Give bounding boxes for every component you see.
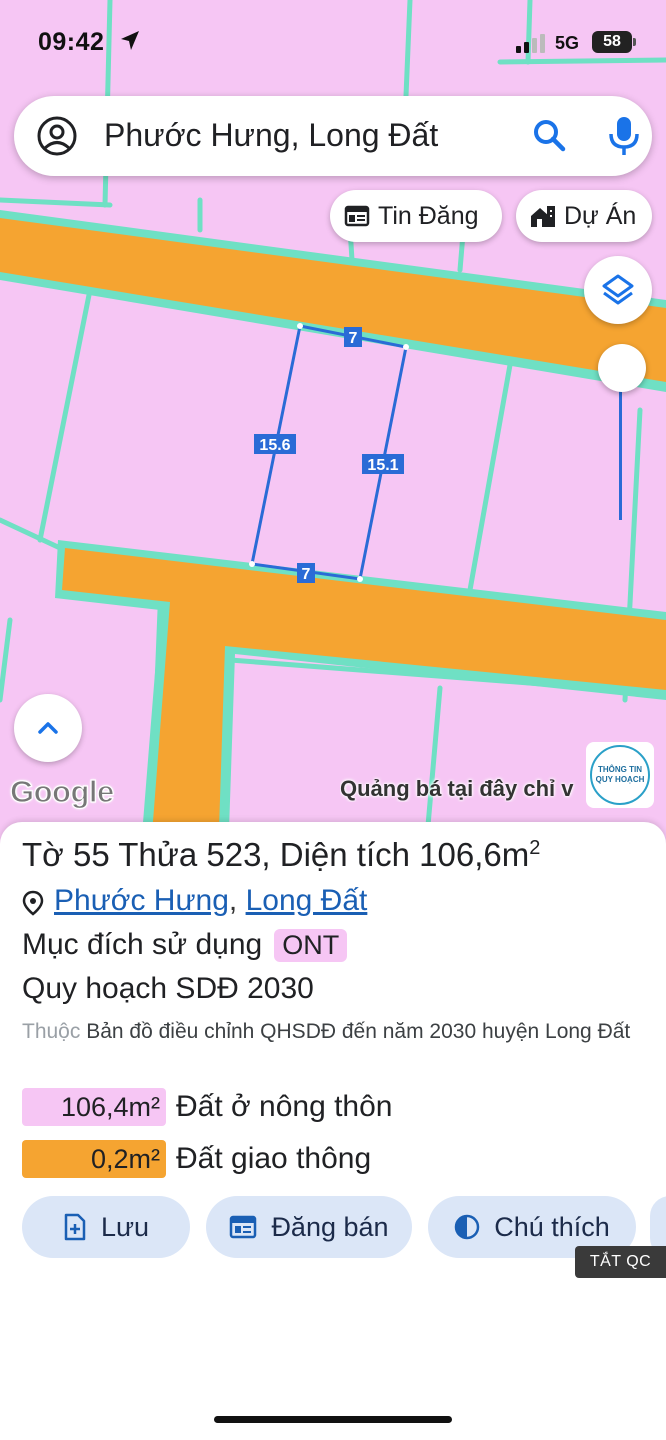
purpose-label: Mục đích sử dụng <box>22 928 263 961</box>
edge-label-left: 15.6 <box>259 437 290 454</box>
mic-icon[interactable] <box>604 114 644 158</box>
parcel-area: 106,6m2 <box>419 836 540 873</box>
status-time: 09:42 <box>38 28 105 56</box>
listings-chip[interactable]: Tin Đăng <box>330 190 502 242</box>
post-sale-button-label: Đăng bán <box>271 1211 389 1242</box>
cellular-signal-icon <box>516 34 545 53</box>
projects-chip-label: Dự Án <box>564 201 637 230</box>
location-arrow-icon <box>121 31 139 50</box>
listing-form-icon <box>230 1215 257 1239</box>
chevron-up-icon <box>38 722 58 734</box>
expand-sheet-button[interactable] <box>14 694 82 762</box>
plan-source: Thuộc Bản đồ điều chỉnh QHSDĐ đến năm 20… <box>22 1016 632 1047</box>
status-bar: 09:42 5G 58 <box>0 0 666 86</box>
opacity-slider-handle[interactable] <box>598 344 646 392</box>
edge-label-right: 15.1 <box>367 457 398 474</box>
edge-label-top: 7 <box>349 330 358 347</box>
save-button[interactable]: Lưu <box>22 1196 190 1258</box>
layers-icon <box>602 274 634 305</box>
post-sale-button[interactable]: Đăng bán <box>206 1196 412 1258</box>
account-icon[interactable] <box>36 115 78 157</box>
purpose-code-badge: ONT <box>274 928 348 962</box>
parcel-location: Phước Hưng, Long Đất <box>22 884 367 918</box>
home-indicator[interactable] <box>214 1416 452 1423</box>
plan-source-text: Bản đồ điều chỉnh QHSDĐ đến năm 2030 huy… <box>86 1020 631 1043</box>
buildings-icon <box>531 206 555 227</box>
badge-line-2: QUY HOẠCH <box>595 775 645 784</box>
search-input[interactable]: Phước Hưng, Long Đất <box>104 117 438 154</box>
edge-label-bottom: 7 <box>302 566 311 583</box>
ads-off-button[interactable]: TẮT QC <box>575 1246 666 1278</box>
parcel-title: Tờ 55 Thửa 523, Diện tích 106,6m2 <box>22 836 540 874</box>
listings-icon <box>344 205 370 227</box>
legend-button-label: Chú thích <box>494 1211 610 1242</box>
zone-area: 0,2m² <box>22 1140 166 1178</box>
battery-icon: 58 <box>592 31 636 53</box>
contrast-icon <box>454 1214 480 1240</box>
ward-link[interactable]: Phước Hưng <box>54 884 229 918</box>
google-logo: Google <box>9 773 114 809</box>
badge-line-1: THÔNG TIN <box>598 765 642 774</box>
planning-info-badge[interactable]: THÔNG TIN QUY HOẠCH <box>586 742 654 808</box>
parcel-info-sheet: Tờ 55 Thửa 523, Diện tích 106,6m2 Phước … <box>0 822 666 1440</box>
plan-source-prefix: Thuộc <box>22 1020 81 1043</box>
location-pin-icon <box>22 890 44 916</box>
zone-label: Đất ở nông thôn <box>176 1090 393 1123</box>
plan-title: Quy hoạch SDĐ 2030 <box>22 972 314 1005</box>
map-view[interactable]: 7 15.6 15.1 7 09:42 5G 58 Phước Hưng, Lo… <box>0 0 666 860</box>
parcel-title-prefix: Tờ 55 Thửa 523, Diện tích <box>22 836 420 873</box>
layers-button[interactable] <box>584 256 652 324</box>
parcel-area-sup: 2 <box>529 837 541 859</box>
search-icon[interactable] <box>530 116 570 156</box>
parcel-area-value: 106,6m <box>419 836 530 873</box>
district-link[interactable]: Long Đất <box>246 884 368 918</box>
zone-area: 106,4m² <box>22 1088 166 1126</box>
add-document-icon <box>64 1213 86 1241</box>
zone-label: Đất giao thông <box>176 1142 372 1175</box>
projects-chip[interactable]: Dự Án <box>516 190 652 242</box>
network-type: 5G <box>555 33 580 53</box>
save-button-label: Lưu <box>100 1211 150 1242</box>
zone-row-transport: 0,2m² Đất giao thông <box>22 1140 371 1178</box>
land-use-purpose: Mục đích sử dụng ONT <box>22 928 348 962</box>
ad-marquee-text[interactable]: Quảng bá tại đây chỉ v <box>340 776 588 802</box>
listings-chip-label: Tin Đăng <box>378 201 479 230</box>
search-bar[interactable]: Phước Hưng, Long Đất <box>14 96 652 176</box>
zone-row-residential: 106,4m² Đất ở nông thôn <box>22 1088 393 1126</box>
